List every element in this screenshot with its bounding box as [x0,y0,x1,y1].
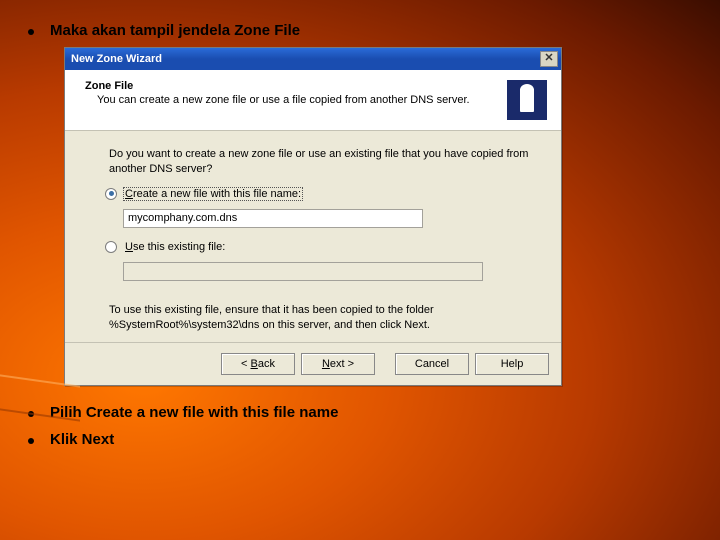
back-button[interactable]: < Back [221,353,295,375]
bullet-1-text: Maka akan tampil jendela Zone File [50,22,300,39]
bullet-2-text: Pilih Create a new file with this file n… [50,404,338,421]
wizard-header: Zone File You can create a new zone file… [65,70,561,131]
bullet-dot [28,29,34,35]
radio-create-new[interactable] [105,188,117,200]
existing-file-input [123,262,483,281]
bullet-3: Klik Next [28,431,692,448]
radio-use-existing[interactable] [105,241,117,253]
wizard-question: Do you want to create a new zone file or… [109,147,533,177]
option-use-existing[interactable]: Use this existing file: [105,240,533,254]
wizard-body: Do you want to create a new zone file or… [65,131,561,342]
cancel-button[interactable]: Cancel [395,353,469,375]
bullet-dot [28,411,34,417]
titlebar: New Zone Wizard ✕ [65,48,561,70]
help-button[interactable]: Help [475,353,549,375]
window-title: New Zone Wizard [71,53,162,65]
bullet-1: Maka akan tampil jendela Zone File [28,22,692,39]
bullet-2: Pilih Create a new file with this file n… [28,404,692,421]
wizard-header-title: Zone File [85,80,497,92]
existing-file-hint: To use this existing file, ensure that i… [109,303,533,333]
option-create-new-label: Create a new file with this file name: [123,187,303,201]
option-create-new[interactable]: Create a new file with this file name: [105,187,533,201]
filename-input[interactable] [123,209,423,228]
bullet-3-text: Klik Next [50,431,114,448]
wizard-button-row: < Back Next > Cancel Help [65,342,561,385]
wizard-header-text: Zone File You can create a new zone file… [85,80,507,106]
new-zone-wizard-dialog: New Zone Wizard ✕ Zone File You can crea… [64,47,562,386]
server-icon [507,80,547,120]
close-button[interactable]: ✕ [540,51,558,67]
wizard-header-subtitle: You can create a new zone file or use a … [97,94,497,106]
slide: Maka akan tampil jendela Zone File New Z… [0,0,720,478]
bullet-dot [28,438,34,444]
next-button[interactable]: Next > [301,353,375,375]
close-icon: ✕ [544,52,553,64]
option-use-existing-label: Use this existing file: [123,240,227,254]
